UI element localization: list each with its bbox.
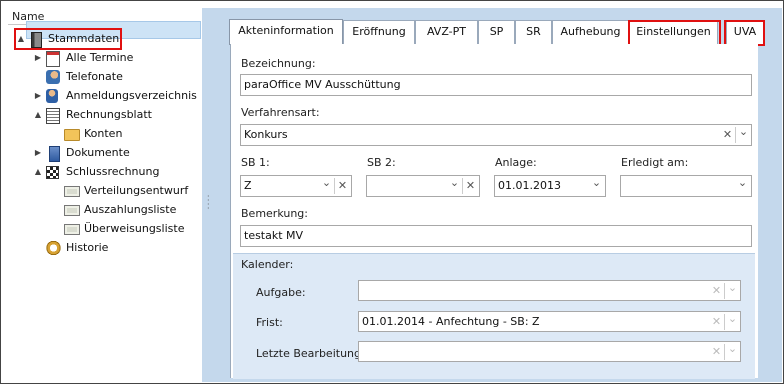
letzte-bearbeitung-chevron-down-icon[interactable]: ⌄ (725, 340, 740, 358)
tree-item-label: Rechnungsblatt (66, 108, 152, 121)
ledger-icon (46, 108, 60, 124)
anlage-label: Anlage: (495, 156, 537, 169)
splitter-grip-icon[interactable]: · · · · (207, 193, 210, 213)
phone-person-icon (46, 70, 60, 84)
tree-item-label: Verteilungsentwurf (84, 184, 189, 197)
person-folder-icon (46, 89, 58, 103)
tree-item-auszahlungsliste[interactable]: Auszahlungsliste (0, 201, 200, 219)
checkered-icon (46, 166, 59, 179)
expand-arrow-icon[interactable]: ▶ (33, 49, 43, 67)
letzte-bearbeitung-clear-icon[interactable]: ✕ (709, 343, 724, 361)
sb2-clear-icon[interactable]: ✕ (463, 177, 478, 195)
bemerkung-value: testakt MV (244, 229, 304, 242)
sb1-label: SB 1: (241, 156, 270, 169)
tree-item-label: Telefonate (66, 70, 123, 83)
tab-eroeffnung[interactable]: Eröffnung (343, 20, 415, 44)
sb2-label: SB 2: (367, 156, 396, 169)
money-icon (64, 205, 80, 216)
tree-item-label: Dokumente (66, 146, 130, 159)
tree-item-historie[interactable]: Historie (0, 239, 200, 257)
tree-item-verteilungsentwurf[interactable]: Verteilungsentwurf (0, 182, 200, 200)
collapse-arrow-icon[interactable]: ▲ (33, 106, 43, 124)
tree-item-anmeldungsverzeichnis[interactable]: ▶ Anmeldungsverzeichnis (0, 87, 200, 105)
bemerkung-label: Bemerkung: (241, 207, 308, 220)
binder-icon (31, 32, 42, 48)
verfahrensart-value: Konkurs (244, 128, 288, 141)
sb2-select[interactable]: ⌄ ✕ (366, 175, 480, 197)
money-icon (64, 186, 80, 197)
bezeichnung-field[interactable]: paraOffice MV Ausschüttung (240, 74, 752, 96)
sb1-select[interactable]: Z ⌄ ✕ (240, 175, 352, 197)
sb1-clear-icon[interactable]: ✕ (335, 177, 350, 195)
money-icon (64, 224, 80, 235)
verfahrensart-label: Verfahrensart: (241, 106, 320, 119)
tree-item-label: Anmeldungsverzeichnis (66, 89, 197, 102)
anlage-value: 01.01.2013 (498, 179, 561, 192)
erledigt-label: Erledigt am: (621, 156, 689, 169)
bezeichnung-label: Bezeichnung: (241, 57, 316, 70)
sb1-chevron-down-icon[interactable]: ⌄ (319, 174, 334, 192)
sb1-value: Z (244, 179, 252, 192)
aufgabe-clear-icon[interactable]: ✕ (709, 282, 724, 300)
tree-item-überweisungsliste[interactable]: Überweisungsliste (0, 220, 200, 238)
tree-item-stammdaten[interactable]: ▲ Stammdaten (0, 30, 200, 48)
bemerkung-field[interactable]: testakt MV (240, 225, 752, 247)
expand-arrow-icon[interactable]: ▶ (33, 144, 43, 162)
aufgabe-select[interactable]: ✕ ⌄ (358, 280, 741, 301)
kalender-title: Kalender: (241, 258, 294, 271)
tree-item-rechnungsblatt[interactable]: ▲ Rechnungsblatt (0, 106, 200, 124)
folder-icon (64, 129, 80, 141)
tree-item-label: Konten (84, 127, 123, 140)
tree-item-alle-termine[interactable]: ▶ Alle Termine (0, 49, 200, 67)
expand-arrow-icon[interactable]: ▶ (33, 87, 43, 105)
frist-value: 01.01.2014 - Anfechtung - SB: Z (362, 315, 540, 328)
tree-item-schlussrechnung[interactable]: ▲ Schlussrechnung (0, 163, 200, 181)
tree-item-label: Schlussrechnung (66, 165, 160, 178)
verfahrensart-chevron-down-icon[interactable]: ⌄ (736, 123, 751, 141)
highlight-box-uva (724, 20, 765, 46)
tree-item-label: Auszahlungsliste (84, 203, 177, 216)
verfahrensart-select[interactable]: Konkurs ✕ ⌄ (240, 124, 752, 146)
erledigt-chevron-down-icon[interactable]: ⌄ (735, 174, 750, 192)
tab-sp[interactable]: SP (478, 20, 515, 44)
sb2-chevron-down-icon[interactable]: ⌄ (447, 174, 462, 192)
history-icon (46, 241, 61, 255)
calendar-icon (46, 51, 60, 67)
tab-akteninformation[interactable]: Akteninformation (229, 19, 343, 45)
tree-item-label: Historie (66, 241, 109, 254)
tree-item-label: Überweisungsliste (84, 222, 185, 235)
tab-aufhebung[interactable]: Aufhebung (552, 20, 629, 44)
anlage-chevron-down-icon[interactable]: ⌄ (589, 174, 604, 192)
documents-icon (49, 146, 60, 162)
letzte-bearbeitung-label: Letzte Bearbeitung: (256, 347, 365, 360)
bezeichnung-value: paraOffice MV Ausschüttung (244, 78, 401, 91)
tree-item-dokumente[interactable]: ▶ Dokumente (0, 144, 200, 162)
collapse-arrow-icon[interactable]: ▲ (33, 163, 43, 181)
collapse-arrow-icon[interactable]: ▲ (16, 30, 26, 48)
tree-item-telefonate[interactable]: Telefonate (0, 68, 200, 86)
erledigt-date-field[interactable]: ⌄ (620, 175, 752, 197)
frist-select[interactable]: 01.01.2014 - Anfechtung - SB: Z ✕ ⌄ (358, 311, 741, 332)
tree-item-label: Alle Termine (66, 51, 134, 64)
letzte-bearbeitung-select[interactable]: ✕ ⌄ (358, 341, 741, 362)
frist-clear-icon[interactable]: ✕ (709, 313, 724, 331)
highlight-box-einstellungen (628, 20, 721, 46)
aufgabe-label: Aufgabe: (256, 286, 306, 299)
tree-item-konten[interactable]: Konten (0, 125, 200, 143)
tab-avz-pt[interactable]: AVZ-PT (415, 20, 478, 44)
frist-chevron-down-icon[interactable]: ⌄ (725, 310, 740, 328)
verfahrensart-clear-icon[interactable]: ✕ (720, 126, 735, 144)
aufgabe-chevron-down-icon[interactable]: ⌄ (725, 279, 740, 297)
frist-label: Frist: (256, 316, 283, 329)
tab-sr[interactable]: SR (515, 20, 552, 44)
tree-item-label: Stammdaten (48, 32, 120, 45)
anlage-date-field[interactable]: 01.01.2013 ⌄ (494, 175, 606, 197)
